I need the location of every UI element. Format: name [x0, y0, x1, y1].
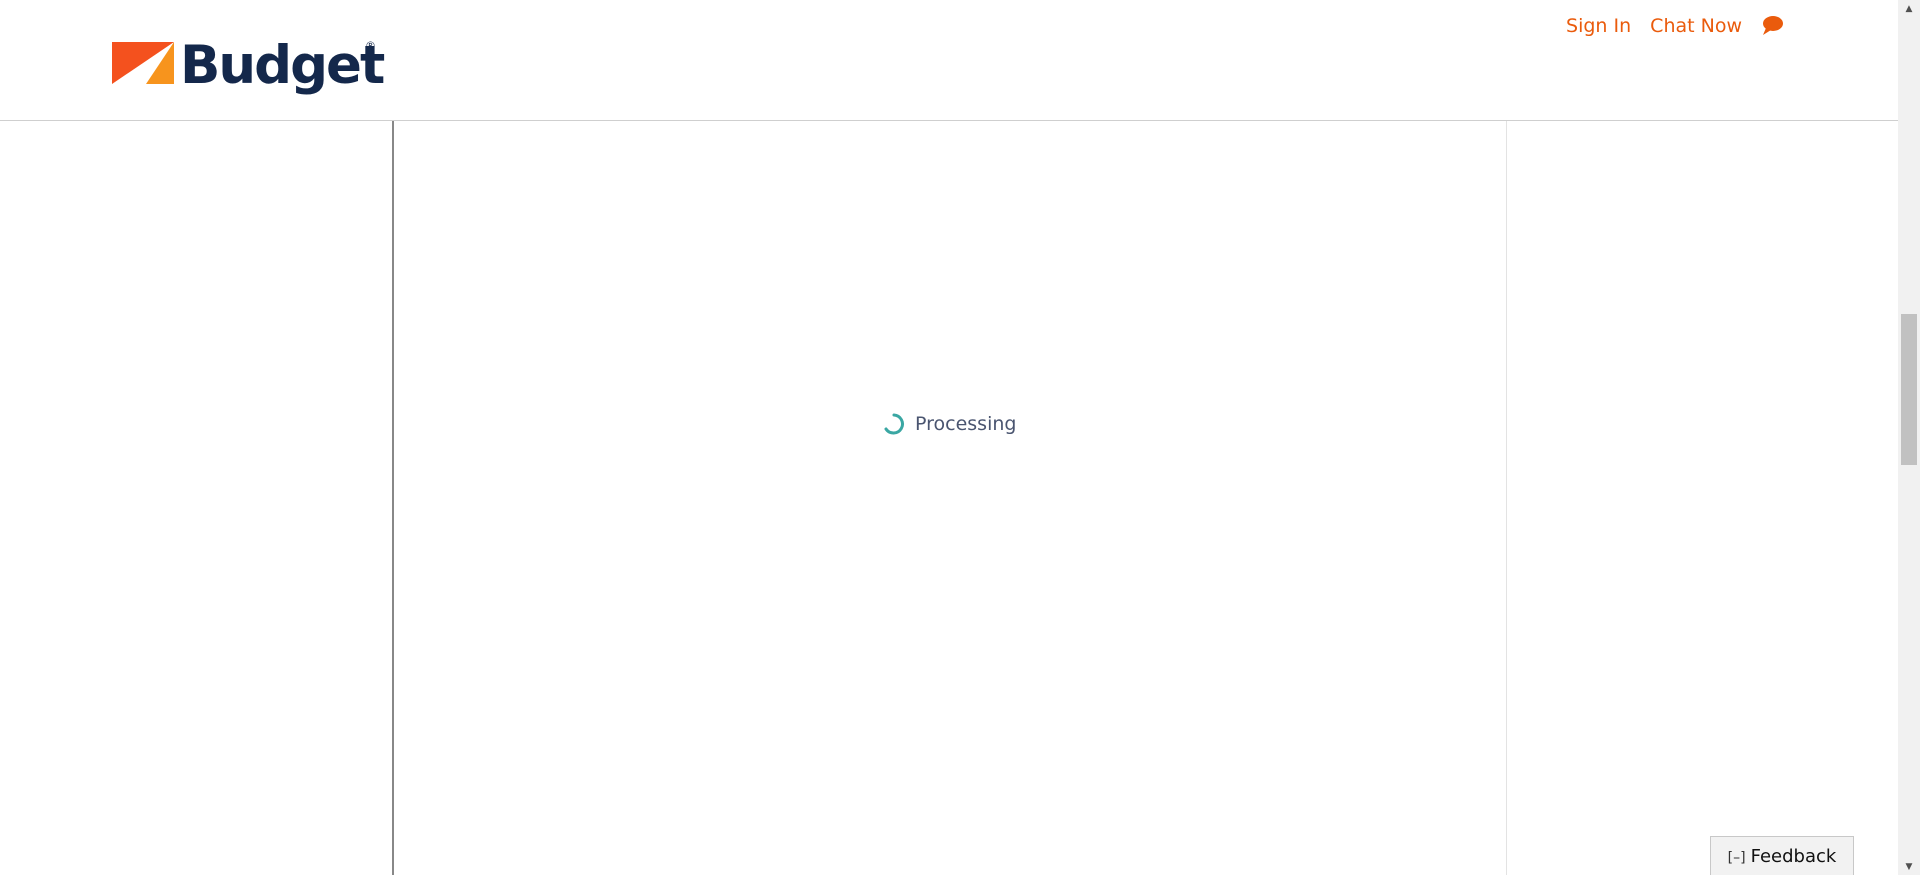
site-header: Budget ® Sign In Chat Now: [0, 0, 1898, 121]
scroll-down-arrow-icon[interactable]: ▼: [1898, 858, 1920, 875]
registered-mark: ®: [365, 39, 376, 52]
scrollbar-thumb[interactable]: [1901, 314, 1917, 465]
scroll-up-arrow-icon[interactable]: ▲: [1898, 0, 1920, 17]
sign-in-link[interactable]: Sign In: [1566, 15, 1631, 37]
processing-indicator: Processing: [882, 410, 1016, 438]
feedback-label: Feedback: [1750, 845, 1837, 867]
header-utility-links: Sign In Chat Now: [1566, 14, 1784, 38]
left-column-divider: [392, 121, 394, 875]
vertical-scrollbar[interactable]: ▲ ▼: [1898, 0, 1920, 875]
feedback-button[interactable]: [–] Feedback: [1710, 836, 1854, 875]
chat-now-link[interactable]: Chat Now: [1650, 15, 1742, 37]
budget-logo[interactable]: Budget ®: [112, 35, 385, 100]
budget-logo-mark-icon: [112, 42, 174, 84]
collapse-icon: [–]: [1727, 850, 1746, 866]
loading-spinner-icon: [882, 412, 906, 436]
budget-logo-text: Budget: [180, 35, 385, 96]
right-column-divider: [1506, 121, 1507, 875]
speech-bubble-icon[interactable]: [1760, 14, 1784, 38]
processing-text: Processing: [915, 413, 1017, 435]
